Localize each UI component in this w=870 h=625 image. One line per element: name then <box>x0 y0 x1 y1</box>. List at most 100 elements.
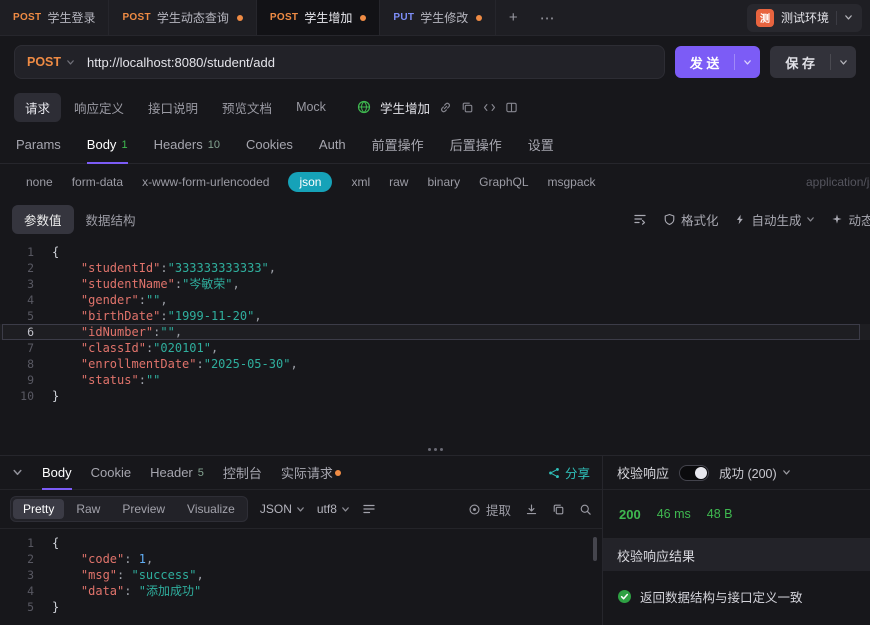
language-selector[interactable]: JSON <box>260 502 305 516</box>
search-icon[interactable] <box>579 503 592 516</box>
code-icon[interactable] <box>483 101 496 114</box>
body-type-option[interactable]: raw <box>389 175 408 189</box>
environment-selector[interactable]: 测 测试环境 <box>746 3 862 32</box>
validation-header: 校验响应 成功 (200) <box>603 456 870 490</box>
save-button[interactable]: 保 存 <box>770 46 856 78</box>
response-view-tab[interactable]: Raw <box>66 499 110 519</box>
code-line[interactable]: 1{ <box>0 535 602 551</box>
body-type-option[interactable]: json <box>288 172 333 192</box>
code-line[interactable]: 5} <box>0 599 602 615</box>
url-box[interactable]: POST http://localhost:8080/student/add <box>14 45 665 79</box>
method-selector[interactable]: POST <box>27 55 75 69</box>
body-type-option[interactable]: GraphQL <box>479 175 528 189</box>
request-tab[interactable]: Params <box>16 126 61 163</box>
body-type-option[interactable]: msgpack <box>548 175 596 189</box>
window-tab[interactable]: POST 学生增加 <box>256 0 381 35</box>
collapse-pane-icon[interactable] <box>12 467 23 478</box>
code-line[interactable]: 4 "gender":"", <box>0 292 870 308</box>
validate-result-selector[interactable]: 成功 (200) <box>719 463 791 482</box>
auto-generate-button[interactable]: 自动生成 <box>734 210 815 229</box>
send-options-button[interactable] <box>735 58 760 67</box>
code-line[interactable]: 4 "data": "添加成功" <box>0 583 602 599</box>
line-number: 6 <box>27 325 34 339</box>
scrollbar-thumb[interactable] <box>593 537 597 561</box>
copy-icon[interactable] <box>552 503 565 516</box>
send-label: 发 送 <box>689 55 720 71</box>
response-tab[interactable]: Cookie <box>91 456 131 489</box>
code-line[interactable]: 10} <box>0 388 870 404</box>
request-tab[interactable]: Cookies <box>246 126 293 163</box>
send-button[interactable]: 发 送 <box>674 46 761 78</box>
link-icon[interactable] <box>439 101 452 114</box>
code-line[interactable]: 8 "enrollmentDate":"2025-05-30", <box>0 356 870 372</box>
code-line[interactable]: 1{ <box>0 244 870 260</box>
tab-data-schema[interactable]: 数据结构 <box>74 205 148 234</box>
response-tab[interactable]: Header 5 <box>150 456 204 489</box>
response-view-tab[interactable]: Pretty <box>13 499 65 519</box>
wrap-lines-icon[interactable] <box>362 502 376 516</box>
request-tab[interactable]: Headers 10 <box>154 126 220 163</box>
window-tab[interactable]: POST 学生动态查询 <box>109 0 257 35</box>
chevron-down-icon <box>840 59 847 65</box>
doc-nav-items: 请求 响应定义 接口说明 预览文档 Mock <box>14 92 337 122</box>
share-button[interactable]: 分享 <box>548 463 590 482</box>
format-button[interactable]: 格式化 <box>663 210 718 229</box>
code-line[interactable]: 9 "status":"" <box>0 372 870 388</box>
validate-response-label: 校验响应 <box>617 466 670 481</box>
code-line[interactable]: 2 "code": 1, <box>0 551 602 567</box>
doc-nav-item[interactable]: Mock <box>285 95 337 119</box>
request-tab[interactable]: 后置操作 <box>450 126 502 163</box>
response-view-tab[interactable]: Preview <box>112 499 175 519</box>
body-type-option[interactable]: form-data <box>72 175 123 189</box>
doc-nav-item[interactable]: 请求 <box>14 92 62 122</box>
response-body-editor[interactable]: 1{2 "code": 1, 3 "msg": "success", 4 "data… <box>0 528 602 625</box>
encoding-selector[interactable]: utf8 <box>317 502 350 516</box>
validate-toggle[interactable] <box>679 464 710 481</box>
response-tab[interactable]: Body <box>42 456 72 490</box>
extract-button[interactable]: 提取 <box>468 500 511 519</box>
align-lines-icon[interactable] <box>633 212 647 226</box>
chevron-down-icon <box>67 59 74 65</box>
dynamic-value-button[interactable]: 动态值 <box>831 210 870 229</box>
content-type-hint: application/json <box>806 175 870 189</box>
code-line[interactable]: 3 "studentName":"岑敏荣", <box>0 276 870 292</box>
line-number: 3 <box>27 277 34 291</box>
code-line[interactable]: 2 "studentId":"333333333333", <box>0 260 870 276</box>
tab-title-label: 学生动态查询 <box>156 11 229 25</box>
response-tab[interactable]: 实际请求 <box>281 456 341 489</box>
copy-icon[interactable] <box>461 101 474 114</box>
response-tab[interactable]: 控制台 <box>223 456 262 489</box>
window-tab[interactable]: POST 学生登录 <box>0 0 110 35</box>
code-line[interactable]: 7 "classId":"020101", <box>0 340 870 356</box>
url-input[interactable]: http://localhost:8080/student/add <box>87 55 275 70</box>
lightning-icon <box>737 214 744 224</box>
tab-overflow-button[interactable]: ⋯ <box>530 0 564 35</box>
new-tab-button[interactable]: + <box>496 0 530 35</box>
request-tab[interactable]: 前置操作 <box>372 126 424 163</box>
doc-nav-item[interactable]: 预览文档 <box>211 93 283 122</box>
code-line[interactable]: 6 "idNumber":"", <box>0 324 870 340</box>
save-options-button[interactable] <box>831 58 856 67</box>
split-layout-icon[interactable] <box>505 101 518 114</box>
request-body-editor[interactable]: 1{2 "studentId":"333333333333", 3 "studen… <box>0 238 870 443</box>
body-type-option[interactable]: xml <box>351 175 370 189</box>
body-type-option[interactable]: x-www-form-urlencoded <box>142 175 269 189</box>
body-type-option[interactable]: none <box>26 175 53 189</box>
request-tab[interactable]: 设置 <box>528 126 554 163</box>
response-tab-label: 控制台 <box>222 466 262 481</box>
window-tab[interactable]: PUT 学生修改 <box>380 0 497 35</box>
code-line[interactable]: 3 "msg": "success", <box>0 567 602 583</box>
request-tab[interactable]: Body 1 <box>86 126 128 164</box>
download-icon[interactable] <box>525 503 538 516</box>
tab-parameter-value[interactable]: 参数值 <box>12 204 74 234</box>
doc-nav-item[interactable]: 接口说明 <box>137 93 209 122</box>
line-number: 7 <box>27 341 34 355</box>
body-type-option[interactable]: binary <box>427 175 460 189</box>
pane-resize-handle[interactable] <box>0 443 870 455</box>
response-view-tab[interactable]: Visualize <box>177 499 245 519</box>
request-tab[interactable]: Auth <box>319 126 346 163</box>
unsaved-changes-dot <box>360 14 367 21</box>
code-line[interactable]: 5 "birthDate":"1999-11-20", <box>0 308 870 324</box>
line-number: 1 <box>27 536 34 550</box>
doc-nav-item[interactable]: 响应定义 <box>63 93 135 122</box>
